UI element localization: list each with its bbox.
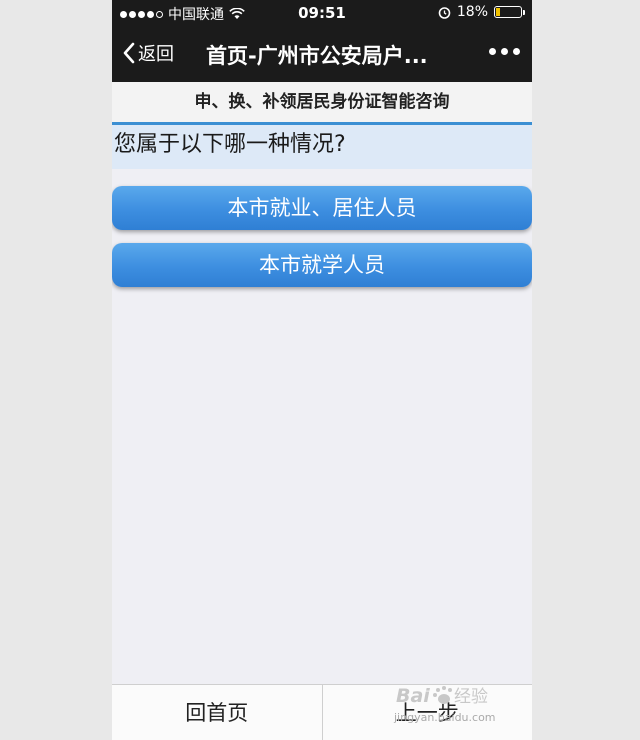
option-button-student[interactable]: 本市就学人员	[112, 243, 532, 287]
svg-text:经验: 经验	[454, 687, 488, 707]
svg-text:Bai: Bai	[396, 685, 430, 707]
chevron-left-icon	[123, 42, 135, 64]
home-button[interactable]: 回首页	[112, 685, 322, 740]
question-text: 您属于以下哪一种情况?	[112, 125, 532, 169]
status-bar-right: 18%	[438, 4, 525, 20]
battery-level-fill	[496, 8, 500, 16]
battery-percent: 18%	[456, 4, 488, 20]
page-title: 首页-广州市公安局户...	[206, 44, 428, 68]
section-header: 申、换、补领居民身份证智能咨询	[112, 82, 532, 125]
battery-icon	[494, 6, 525, 18]
watermark-url: jingyan.baidu.com	[394, 711, 496, 724]
nav-bar: 返回 首页-广州市公安局户...	[112, 26, 532, 82]
alarm-icon	[438, 6, 451, 19]
back-label: 返回	[138, 44, 174, 65]
phone-screen: 中国联通 09:51 18% 返回 首页-广州市公安局户... 申、换、补领居民…	[112, 0, 532, 740]
back-button[interactable]: 返回	[122, 40, 174, 66]
option-button-employed-resident[interactable]: 本市就业、居住人员	[112, 186, 532, 230]
more-dots-icon[interactable]	[489, 42, 520, 61]
status-bar: 中国联通 09:51 18%	[112, 0, 532, 26]
baidu-jingyan-watermark: Bai 经验 jingyan.baidu.com	[394, 680, 518, 724]
watermark-logo: Bai 经验	[396, 685, 488, 707]
